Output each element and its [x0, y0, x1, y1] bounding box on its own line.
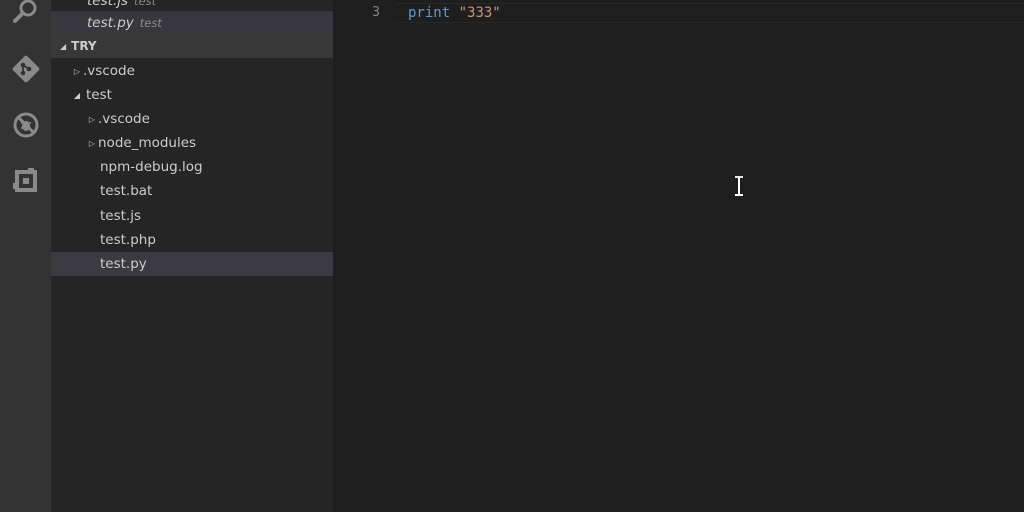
code-string: "333" [458, 5, 501, 21]
editor-area[interactable]: 3 print "333" [333, 0, 1024, 512]
tree-item-label: test.js [100, 208, 142, 224]
vscode-window: test.js test test.py test ◢ TRY ▷ .vscod… [0, 0, 1024, 512]
open-editor-name: test.js [87, 0, 129, 9]
tree-item-vscode[interactable]: ▷ .vscode [51, 59, 333, 83]
open-editor-description: test [134, 0, 157, 8]
tree-item-test-js[interactable]: test.js [51, 204, 333, 228]
tree-item-label: test.bat [100, 183, 153, 199]
line-number: 3 [372, 5, 380, 20]
tree-item-label: .vscode [83, 63, 135, 79]
tree-item-test-bat[interactable]: test.bat [51, 179, 333, 203]
tree-item-node-modules[interactable]: ▷ node_modules [51, 131, 333, 155]
tree-item-label: npm-debug.log [100, 159, 203, 175]
tree-item-test-php[interactable]: test.php [51, 228, 333, 252]
git-icon[interactable] [0, 49, 51, 89]
activity-bar [0, 0, 51, 512]
tree-item-npm-debug-log[interactable]: npm-debug.log [51, 155, 333, 179]
search-icon[interactable] [0, 0, 51, 32]
folder-root-label: TRY [71, 39, 97, 53]
tree-item-label: test [86, 87, 112, 103]
open-editor-item-active[interactable]: test.py test [51, 11, 333, 34]
chevron-down-icon: ◢ [73, 90, 81, 100]
chevron-right-icon: ▷ [73, 66, 81, 76]
chevron-down-icon: ◢ [60, 41, 67, 51]
tree-item-label: test.py [100, 256, 147, 272]
explorer-sidebar: test.js test test.py test ◢ TRY ▷ .vscod… [51, 0, 333, 512]
text-cursor-icon [735, 176, 743, 196]
open-editor-name: test.py [87, 14, 134, 31]
open-editor-description: test [139, 15, 162, 30]
code-line[interactable]: print "333" [408, 3, 501, 23]
debug-icon[interactable] [0, 105, 51, 145]
chevron-right-icon: ▷ [88, 114, 96, 124]
tree-item-label: .vscode [98, 111, 150, 127]
tree-item-label: node_modules [98, 135, 197, 151]
chevron-right-icon: ▷ [88, 138, 96, 148]
tree-item-label: test.php [100, 232, 156, 248]
tree-item-test-py[interactable]: test.py [51, 252, 333, 276]
code-keyword: print [408, 5, 451, 21]
open-editors-list: test.js test test.py test [51, 0, 333, 34]
tree-item-test-vscode[interactable]: ▷ .vscode [51, 107, 333, 131]
tree-item-test[interactable]: ◢ test [51, 83, 333, 107]
folder-section-header[interactable]: ◢ TRY [51, 34, 333, 58]
extensions-icon[interactable] [0, 161, 51, 201]
